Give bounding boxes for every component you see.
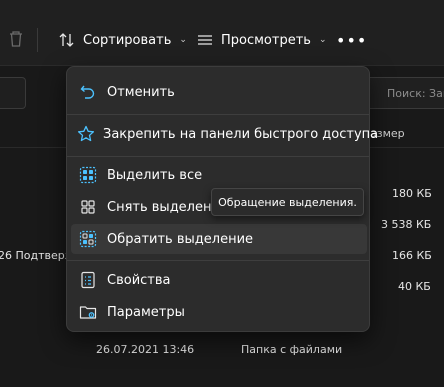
menu-divider (67, 260, 369, 261)
menu-item-invert-selection[interactable]: Обратить выделение (71, 224, 367, 254)
menu-item-label: Закрепить на панели быстрого доступа (103, 126, 379, 142)
menu-item-label: Отменить (107, 84, 175, 100)
search-placeholder: Поиск: Заг (387, 86, 444, 100)
command-bar: Сортировать ⌄ Просмотреть ⌄ ••• (0, 0, 444, 66)
file-size: 40 КБ (398, 280, 431, 293)
file-size: 3 538 КБ (381, 218, 432, 231)
tooltip: Обращение выделения. (211, 188, 364, 216)
file-name[interactable]: 26 Подтверж (0, 249, 75, 262)
chevron-down-icon: ⌄ (179, 35, 187, 45)
select-all-icon (77, 164, 99, 186)
view-icon (196, 31, 214, 49)
chevron-down-icon: ⌄ (318, 35, 327, 45)
sort-button[interactable]: Сортировать ⌄ (58, 29, 187, 51)
file-size: 166 КБ (392, 249, 432, 262)
menu-item-undo[interactable]: Отменить (71, 77, 367, 107)
undo-icon (77, 81, 99, 103)
menu-divider (67, 114, 369, 115)
invert-selection-icon (77, 228, 99, 250)
sort-label: Сортировать (83, 32, 172, 48)
more-options-button[interactable]: ••• (336, 29, 367, 51)
menu-item-label: Параметры (107, 304, 185, 320)
view-button[interactable]: Просмотреть ⌄ (196, 29, 327, 51)
delete-icon[interactable] (8, 30, 24, 48)
menu-item-select-all[interactable]: Выделить все (71, 160, 367, 190)
sort-icon (58, 31, 76, 49)
more-icon: ••• (336, 30, 368, 50)
menu-item-label: Свойства (107, 272, 171, 288)
file-date: 26.07.2021 13:46 (96, 343, 195, 356)
menu-divider (67, 156, 369, 157)
menu-item-pin-quick-access[interactable]: Закрепить на панели быстрого доступа (71, 119, 378, 149)
folder-settings-icon (77, 301, 99, 323)
address-bar[interactable] (0, 77, 26, 109)
menu-item-label: Обратить выделение (107, 231, 254, 247)
select-none-icon (77, 196, 99, 218)
menu-item-label: Выделить все (107, 167, 203, 183)
properties-icon (77, 269, 99, 291)
menu-item-options[interactable]: Параметры (71, 297, 367, 327)
menu-item-label: Снять выделение (107, 199, 228, 215)
view-label: Просмотреть (221, 32, 311, 48)
menu-item-properties[interactable]: Свойства (71, 265, 367, 295)
file-size: 180 КБ (392, 187, 432, 200)
file-type: Папка с файлами (241, 343, 343, 356)
star-icon (77, 123, 95, 145)
toolbar-divider (37, 28, 38, 52)
